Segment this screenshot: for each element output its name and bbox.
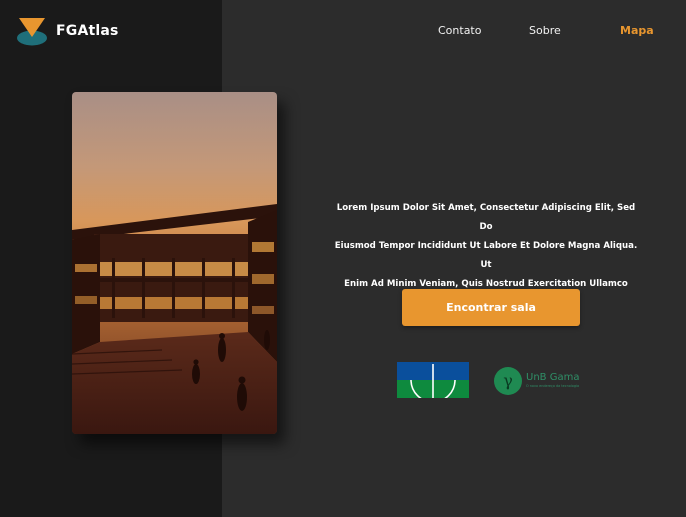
unb-flag-icon[interactable]: [397, 362, 469, 398]
gama-subtitle: O novo endereço da tecnologia: [526, 384, 580, 389]
hero-line-1: Lorem Ipsum Dolor Sit Amet, Consectetur …: [336, 203, 636, 232]
top-nav: Contato Sobre Mapa: [0, 24, 686, 40]
nav-sobre-link[interactable]: Sobre: [529, 24, 561, 37]
unb-gama-logo[interactable]: γ UnB Gama O novo endereço da tecnologia: [493, 366, 579, 396]
svg-text:γ: γ: [503, 371, 513, 390]
campus-photo: [72, 92, 277, 434]
find-room-button[interactable]: Encontrar sala: [402, 289, 580, 326]
nav-contato-link[interactable]: Contato: [438, 24, 481, 37]
gama-wordmark: UnB Gama O novo endereço da tecnologia: [526, 373, 579, 388]
gama-symbol-icon: γ: [494, 367, 522, 395]
gama-title: UnB Gama: [526, 372, 580, 384]
nav-mapa-link[interactable]: Mapa: [620, 24, 654, 37]
hero-line-2: Eiusmod Tempor Incididunt Ut Labore Et D…: [334, 241, 638, 270]
